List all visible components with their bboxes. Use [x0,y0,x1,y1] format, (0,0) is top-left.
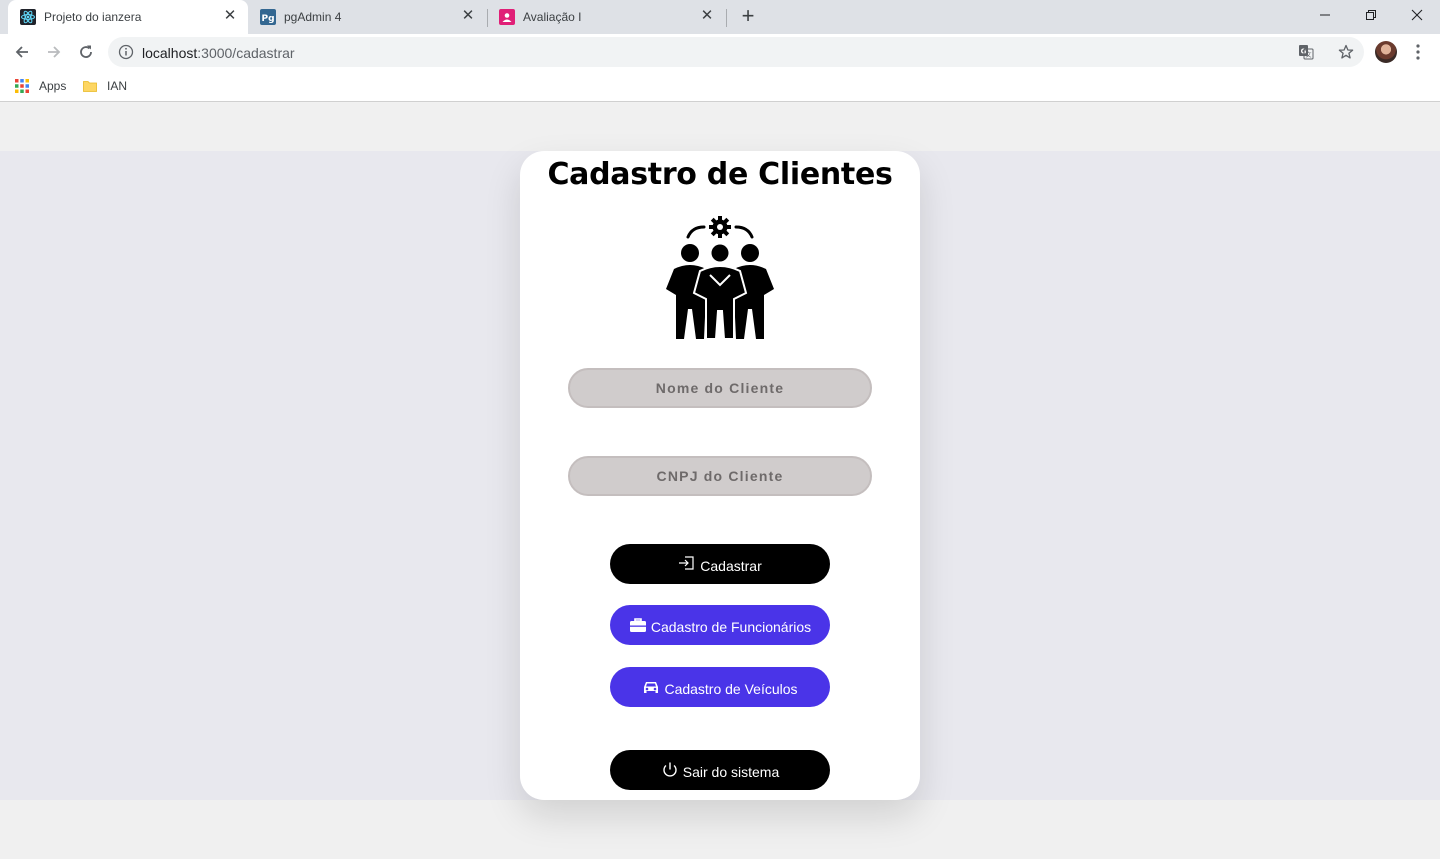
reload-icon[interactable] [74,40,98,64]
cadastrar-button[interactable]: Cadastrar [610,544,830,584]
pgadmin-icon: Pg [260,9,276,25]
address-bar[interactable]: localhost:3000/cadastrar G 文 [108,37,1364,67]
team-gear-icon [666,216,774,340]
button-label: Cadastrar [700,558,762,574]
tab-close-icon[interactable]: ✕ [222,8,238,24]
tab-title: Projeto do ianzera [44,10,142,24]
sair-button[interactable]: Sair do sistema [610,750,830,790]
restore-icon[interactable] [1348,0,1394,30]
browser-toolbar: localhost:3000/cadastrar G 文 [0,34,1440,70]
translate-icon[interactable]: G 文 [1298,44,1314,60]
client-name-input[interactable] [568,368,872,408]
tab-close-icon[interactable]: ✕ [460,8,476,24]
tab-close-icon[interactable]: ✕ [699,8,715,24]
url-host: localhost [142,45,198,61]
tab-title: pgAdmin 4 [284,10,342,24]
bookmark-label: Apps [39,79,67,93]
forward-icon[interactable] [42,40,66,64]
veiculos-button[interactable]: Cadastro de Veículos [610,667,830,707]
button-label: Cadastro de Veículos [664,681,798,697]
window-close-icon[interactable] [1394,0,1440,30]
car-icon [644,682,659,693]
profile-avatar[interactable] [1375,41,1397,63]
tab-projeto[interactable]: Projeto do ianzera ✕ [8,0,248,34]
register-card: Cadastro de Clientes Nome do Cliente CNP… [520,151,920,800]
tab-strip: Projeto do ianzera ✕ Pg pgAdmin 4 ✕ Aval… [0,0,1440,34]
page-viewport: Cadastro de Clientes Nome do Cliente CNP… [0,103,1440,859]
power-icon [663,762,677,777]
folder-icon [83,81,97,92]
client-cnpj-input[interactable] [568,456,872,496]
new-tab-icon[interactable]: + [737,5,759,28]
bookmark-label: IAN [107,79,128,93]
bookmarks-bar: Apps IAN [0,70,1440,102]
page-title: Cadastro de Clientes [547,157,893,192]
funcionarios-button[interactable]: Cadastro de Funcionários [610,605,830,645]
url-text: localhost:3000/cadastrar [142,45,295,61]
sign-in-icon [679,556,694,570]
info-icon[interactable] [118,44,134,60]
classroom-icon [499,9,515,25]
button-label: Cadastro de Funcionários [650,619,812,635]
apps-grid-icon [15,79,29,93]
svg-text:Pg: Pg [261,14,274,24]
url-path: :3000/cadastrar [197,45,295,61]
back-icon[interactable] [10,40,34,64]
bookmark-star-icon[interactable] [1338,44,1354,60]
bookmark-apps[interactable]: Apps [14,76,66,96]
briefcase-icon [629,618,646,632]
bookmark-ian[interactable]: IAN [82,76,127,96]
tab-separator [726,9,727,27]
tab-pgadmin[interactable]: Pg pgAdmin 4 ✕ [248,0,486,34]
tab-avaliacao[interactable]: Avaliação I ✕ [487,0,725,34]
button-label: Sair do sistema [682,764,780,780]
react-icon [20,9,36,25]
tab-title: Avaliação I [523,10,582,24]
svg-text:文: 文 [1305,51,1311,59]
more-menu-icon[interactable] [1408,42,1428,62]
minimize-icon[interactable] [1302,0,1348,30]
